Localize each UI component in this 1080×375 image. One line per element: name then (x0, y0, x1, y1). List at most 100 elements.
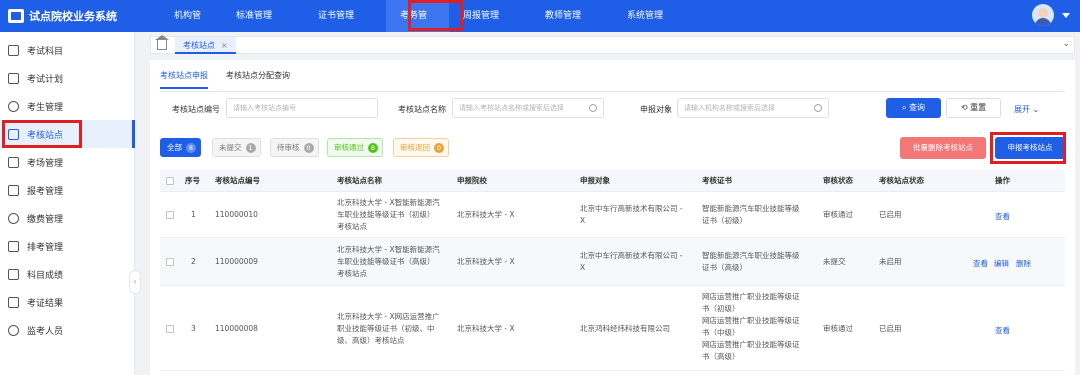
filter-chip-approved[interactable]: 审核通过 8 (327, 138, 383, 157)
search-icon: ⌕ (901, 103, 910, 112)
cell-school: 北京科技大学 - X (457, 257, 515, 266)
col-no: 序号 (185, 176, 200, 185)
score-icon (8, 268, 19, 280)
sidebar-item-candidates[interactable]: 考生管理 (0, 92, 135, 120)
avatar-body (1035, 18, 1051, 26)
filter-chip-pending[interactable]: 待审核 0 (270, 138, 319, 157)
cell-no: 2 (191, 257, 196, 266)
cell-site-status: 未启用 (879, 257, 902, 266)
highlight-box-apply (990, 132, 1066, 164)
site-code-input[interactable]: 请输入考核站点编号 (226, 98, 378, 118)
nav-org-management[interactable]: 机构管理 (160, 0, 222, 53)
chevron-down-icon[interactable] (1062, 13, 1070, 18)
sidebar-item-label: 考生管理 (27, 102, 64, 113)
open-tabs-bar: 考核站点 × ⌄ (150, 35, 1075, 54)
col-site-status: 考核站点状态 (879, 176, 924, 185)
batch-delete-button[interactable]: 批量删除考核站点 (900, 137, 986, 159)
col-actions: 操作 (995, 176, 1010, 185)
query-button[interactable]: ⌕ 查询 (886, 98, 941, 118)
reset-button[interactable]: ⟲ 重置 (946, 98, 1001, 118)
close-icon[interactable]: × (221, 41, 228, 50)
view-link[interactable]: 查看 (995, 325, 1010, 336)
chip-count: 1 (245, 143, 256, 153)
sidebar-item-payment[interactable]: 缴费管理 (0, 204, 135, 232)
sidebar-item-label: 排考管理 (27, 242, 64, 253)
search-icon (589, 104, 597, 112)
sidebar-item-exam-rooms[interactable]: 考场管理 (0, 148, 135, 176)
table-row[interactable]: 1 110000010 北京科技大学 - X智能新能源汽 车职业技能等级证书（初… (160, 192, 1065, 238)
cell-audit-status: 审核通过 (823, 210, 853, 219)
sidebar-item-exam-subjects[interactable]: 考试科目 (0, 36, 135, 64)
col-site-code: 考核站点编号 (215, 176, 260, 185)
view-link[interactable]: 查看 (973, 258, 988, 269)
highlight-box-nav (408, 0, 463, 31)
filter-chip-returned[interactable]: 审核退回 0 (393, 138, 449, 157)
nav-teacher-management[interactable]: 教师管理 (531, 0, 613, 32)
tab-label: 考核站点 (183, 41, 215, 50)
filter-chip-all[interactable]: 全部 8 (160, 138, 201, 157)
chip-count: 8 (368, 143, 378, 153)
edit-link[interactable]: 编辑 (994, 258, 1009, 269)
cell-site-name: 北京科技大学 - X智能新能源汽 车职业技能等级证书（初级） 考核站点 (337, 198, 440, 231)
table-row[interactable]: 2 110000009 北京科技大学 - X智能新能源汽 车职业技能等级证书（高… (160, 239, 1065, 286)
sidebar-item-label: 考试计划 (27, 74, 64, 85)
sidebar-item-cert-results[interactable]: 考证结果 (0, 288, 135, 316)
row-checkbox[interactable] (166, 258, 174, 266)
row-checkbox[interactable] (166, 325, 174, 333)
cell-school: 北京科技大学 - X (457, 324, 515, 333)
grid-icon (8, 156, 19, 168)
payment-icon (8, 212, 19, 224)
tab-assessment-sites[interactable]: 考核站点 × (175, 37, 236, 54)
select-all-checkbox[interactable] (166, 177, 174, 185)
row-checkbox[interactable] (166, 211, 174, 219)
cell-target: 北京中车行高新技术有限公司 - X (580, 251, 683, 272)
subtab-site-allocation-query[interactable]: 考核站点分配查询 (226, 70, 290, 89)
chip-count: 0 (434, 143, 444, 153)
chevron-down-icon[interactable]: ⌄ (1062, 39, 1070, 49)
highlight-box-sidebar (2, 120, 82, 148)
cell-certificate: 智能新能源汽车职业技能等级 证书（初级） (702, 204, 800, 225)
cell-certificate: 网店运营推广职业技能等级证 书（初级） 网店运营推广职业技能等级证 书（中级） … (702, 292, 800, 361)
cell-no: 1 (191, 210, 196, 219)
sidebar-item-subject-scores[interactable]: 科目成绩 (0, 260, 135, 288)
cell-target: 北京鸿科经纬科技有限公司 (580, 324, 670, 333)
expand-label: 展开 (1014, 105, 1030, 114)
home-icon[interactable] (155, 35, 169, 50)
cell-site-code: 110000008 (215, 324, 258, 333)
filter-chip-unsubmitted[interactable]: 未提交 1 (212, 138, 261, 157)
nav-standard-management[interactable]: 标准管理 (222, 0, 304, 32)
chip-label: 全部 (167, 143, 182, 152)
sidebar-item-scheduling[interactable]: 排考管理 (0, 232, 135, 260)
nav-system-management[interactable]: 系统管理 (613, 0, 695, 32)
table-row[interactable]: 3 110000008 北京科技大学 - X网店运营推广 职业技能等级证书（初级… (160, 287, 1065, 371)
delete-link[interactable]: 删除 (1016, 258, 1031, 269)
subtab-site-application[interactable]: 考核站点申报 (160, 70, 208, 89)
view-link[interactable]: 查看 (995, 211, 1010, 222)
sidebar-item-exam-plan[interactable]: 考试计划 (0, 64, 135, 92)
cell-certificate: 智能新能源汽车职业技能等级 证书（高级） (702, 251, 800, 272)
cell-site-code: 110000010 (215, 210, 258, 219)
nav-certificate-management[interactable]: 证书管理 (304, 0, 386, 32)
cell-target: 北京中车行高新技术有限公司 - X (580, 204, 683, 225)
sidebar-item-label: 考试科目 (27, 46, 64, 57)
sidebar-item-proctors[interactable]: 监考人员 (0, 316, 135, 344)
document-icon (8, 184, 19, 196)
divider (160, 91, 1065, 92)
sidebar-item-label: 科目成绩 (27, 270, 64, 281)
user-avatar[interactable] (1032, 4, 1054, 26)
cell-audit-status: 未提交 (823, 257, 846, 266)
main-panel: 考核站点申报 考核站点分配查询 考核站点编号 请输入考核站点编号 考核站点名称 … (150, 60, 1075, 375)
cell-site-name: 北京科技大学 - X智能新能源汽 车职业技能等级证书（高级） 考核站点 (337, 245, 440, 278)
site-name-input[interactable]: 请输入考核站点名称或搜索后选择 (452, 98, 604, 118)
target-input[interactable]: 请输入机构名称或搜索后选择 (677, 98, 829, 118)
expand-button[interactable]: 展开 ⌄ (1014, 104, 1039, 115)
sidebar-item-registration[interactable]: 报考管理 (0, 176, 135, 204)
sidebar: 考试科目 考试计划 考生管理 考核站点 考场管理 报考管理 缴费管理 排考管理 … (0, 32, 135, 375)
app-logo: 试点院校业务系统 (8, 8, 117, 24)
chevron-down-icon: ⌄ (1030, 105, 1040, 114)
table-header: 序号 考核站点编号 考核站点名称 申报院校 申报对象 考核证书 审核状态 考核站… (160, 170, 1065, 192)
logo-icon (8, 9, 24, 23)
user-icon (8, 100, 19, 112)
sidebar-collapse-handle[interactable]: ‹ (129, 270, 141, 294)
cell-site-name: 北京科技大学 - X网店运营推广 职业技能等级证书（初级、中 级、高级）考核站点 (337, 312, 440, 345)
